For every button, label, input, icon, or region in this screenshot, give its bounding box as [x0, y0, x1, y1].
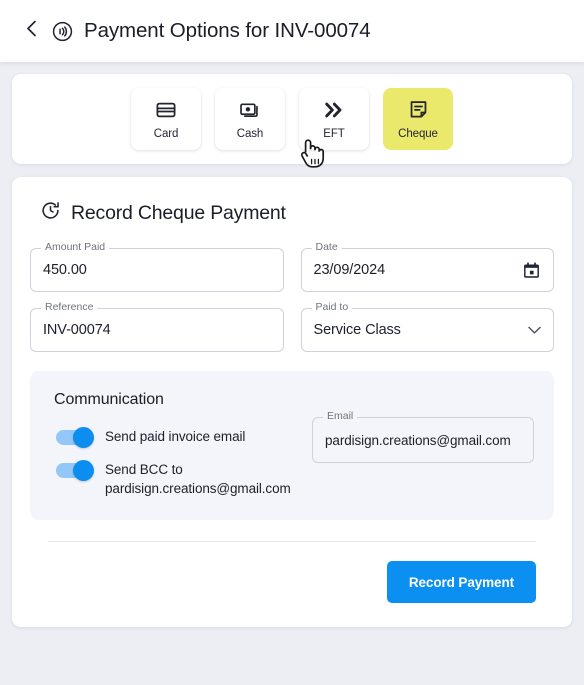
send-bcc-label: Send BCC to pardisign.creations@gmail.co… — [105, 462, 291, 496]
communication-title: Communication — [54, 391, 164, 408]
email-value: pardisign.creations@gmail.com — [325, 432, 511, 448]
amount-paid-label: Amount Paid — [41, 242, 110, 253]
paid-to-label: Paid to — [311, 302, 353, 313]
send-paid-invoice-email-toggle[interactable] — [56, 427, 94, 448]
payment-method-label: Card — [153, 127, 179, 140]
date-value: 23/09/2024 — [313, 262, 386, 278]
payment-method-cash[interactable]: Cash — [215, 88, 285, 150]
form-title: Record Cheque Payment — [71, 201, 286, 224]
payment-method-label: Cheque — [398, 127, 438, 140]
banknotes-icon — [239, 99, 262, 121]
form-footer: Record Payment — [30, 542, 554, 603]
form-row-2: Reference INV-00074 Paid to Service Clas… — [30, 302, 554, 352]
payment-method-cheque[interactable]: Cheque — [383, 88, 453, 150]
send-paid-invoice-email-row[interactable]: Send paid invoice email — [56, 427, 312, 448]
email-field[interactable]: Email pardisign.creations@gmail.com — [312, 411, 534, 463]
payment-method-label: Cash — [236, 127, 264, 140]
app-header: Payment Options for INV-00074 — [0, 0, 584, 62]
payment-method-label: EFT — [323, 127, 345, 140]
toggle-knob — [73, 460, 94, 481]
record-payment-button[interactable]: Record Payment — [386, 561, 536, 603]
email-label: Email — [323, 411, 358, 422]
page-title: Payment Options for INV-00074 — [84, 19, 371, 42]
payment-method-selector: Card Cash EFT Cheque — [12, 74, 572, 168]
contactless-payment-icon — [52, 21, 73, 42]
page-body: Card Cash EFT Cheque Record Cheque Payme… — [0, 62, 584, 627]
form-heading: Record Cheque Payment — [40, 200, 554, 226]
payment-method-card[interactable]: Card — [131, 88, 201, 150]
payment-method-eft[interactable]: EFT — [299, 88, 369, 150]
communication-email: Email pardisign.creations@gmail.com — [312, 389, 534, 498]
toggle-knob — [73, 427, 94, 448]
chevron-left-icon — [26, 20, 37, 42]
reference-label: Reference — [41, 302, 98, 313]
amount-paid-field[interactable]: Amount Paid 450.00 — [30, 242, 284, 292]
double-chevron-right-icon — [323, 99, 345, 121]
communication-panel: Communication Send paid invoice email Se… — [30, 371, 554, 520]
form-row-1: Amount Paid 450.00 Date 23/09/2024 — [30, 242, 554, 292]
date-field[interactable]: Date 23/09/2024 — [300, 242, 554, 292]
back-button[interactable] — [18, 18, 44, 44]
reference-field[interactable]: Reference INV-00074 — [30, 302, 284, 352]
send-bcc-row[interactable]: Send BCC to pardisign.creations@gmail.co… — [56, 460, 312, 498]
chevron-down-icon[interactable] — [522, 326, 541, 335]
refresh-clock-icon — [40, 200, 61, 226]
credit-card-icon — [155, 99, 177, 121]
send-bcc-toggle[interactable] — [56, 460, 94, 481]
date-label: Date — [311, 242, 342, 253]
send-paid-invoice-email-label: Send paid invoice email — [105, 429, 246, 444]
reference-value: INV-00074 — [43, 322, 111, 338]
paid-to-value: Service Class — [313, 322, 401, 338]
note-document-icon — [408, 99, 429, 121]
communication-toggles: Communication Send paid invoice email Se… — [50, 389, 312, 498]
record-payment-form: Record Cheque Payment Amount Paid 450.00… — [12, 177, 572, 627]
calendar-icon[interactable] — [516, 261, 541, 280]
paid-to-select[interactable]: Paid to Service Class — [300, 302, 554, 352]
amount-paid-value: 450.00 — [43, 262, 87, 278]
